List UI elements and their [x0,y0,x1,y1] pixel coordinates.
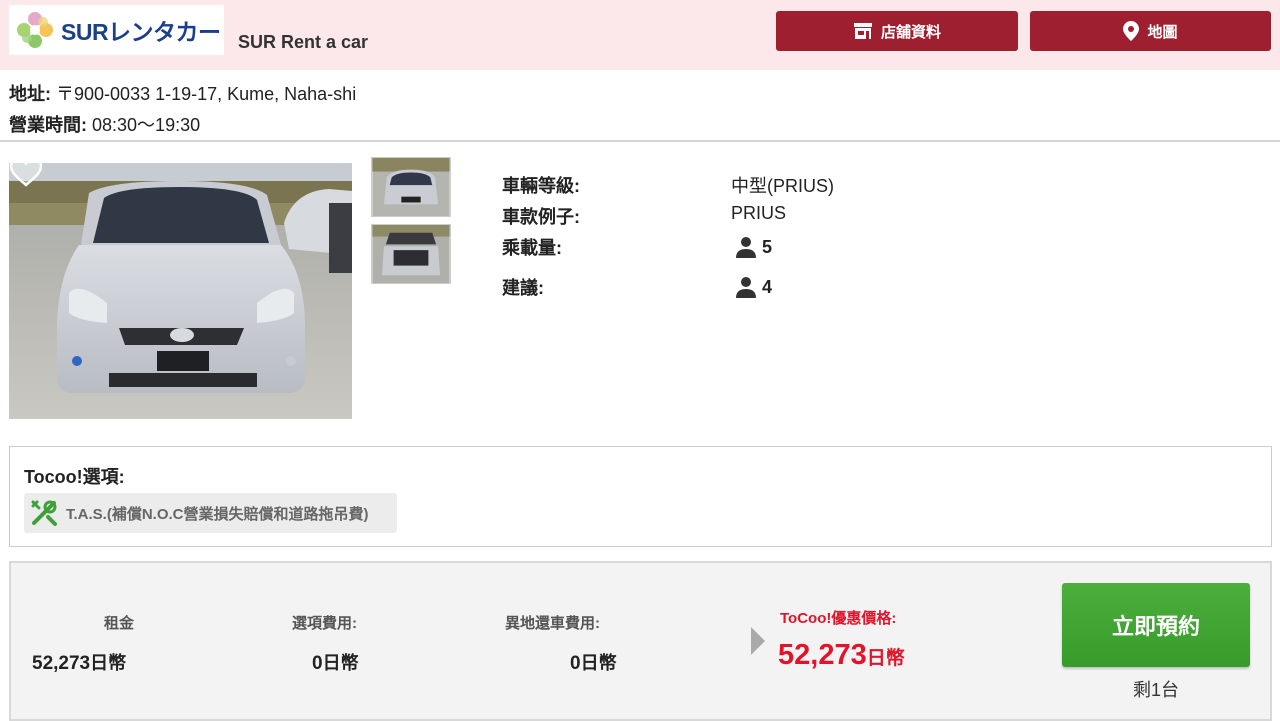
remaining-count: 剩1台 [1132,680,1179,700]
suggested-label: 建議: [502,278,544,298]
option-tag-label: T.A.S.(補償N.O.C營業損失賠償和道路拖吊費) [66,505,369,523]
store-info-label: 店舖資料 [880,23,941,41]
capacity-label: 乘載量: [502,238,562,258]
options-title: Tocoo!選項: [24,467,125,487]
dropoff-fee-amount: 0 [570,653,581,674]
address-line: 地址: 〒900-0033 1-19-17, Kume, Naha-shi [9,80,356,106]
vehicle-class-label: 車輛等級: [502,176,580,196]
tocoo-price-amount: 52,273 [778,639,867,671]
dropoff-fee-unit: 日幣 [580,653,617,673]
flower-logo-icon [17,12,53,48]
suggested-value: 4 [735,276,772,298]
hours-label: 營業時間: [9,115,87,135]
rent-amount: 52,273 [32,653,91,674]
option-fee-amount: 0 [312,653,323,674]
price-panel: 租金 52,273日幣 選項費用: 0日幣 異地還車費用: 0日幣 ToCoo!… [9,561,1272,721]
store-info-button[interactable]: 店舖資料 [776,11,1018,51]
car-thumbnail-front[interactable] [371,157,451,217]
map-label: 地圖 [1147,23,1178,41]
map-button[interactable]: 地圖 [1030,11,1271,51]
capacity-number: 5 [762,236,773,257]
header-bar: SURレンタカー SUR Rent a car 店舖資料 地圖 [0,0,1280,70]
logo[interactable]: SURレンタカー [9,5,224,55]
hours-line: 營業時間: 08:30〜19:30 [9,111,200,137]
dropoff-fee-value: 0日幣 [570,649,617,675]
options-panel: Tocoo!選項: T.A.S.(補償N.O.C營業損失賠償和道路拖吊費) [9,446,1272,547]
address-value: 〒900-0033 1-19-17, Kume, Naha-shi [56,84,357,104]
tocoo-price-value: 52,273日幣 [778,639,905,672]
address-label: 地址: [9,84,51,104]
book-now-button[interactable]: 立即預約 [1062,583,1250,667]
option-fee-value: 0日幣 [312,649,359,675]
option-fee-unit: 日幣 [322,653,359,673]
rent-value: 52,273日幣 [32,649,126,675]
model-example-label: 車款例子: [502,207,580,227]
car-main-photo[interactable] [9,163,352,419]
favorite-heart-icon[interactable] [8,156,44,188]
dropoff-fee-label: 異地還車費用: [505,615,600,632]
store-icon [853,23,872,39]
hours-value: 08:30〜19:30 [92,115,201,135]
map-pin-icon [1123,21,1140,41]
logo-text: SURレンタカー [61,19,221,45]
section-divider [0,140,1280,142]
model-example-value: PRIUS [731,203,787,223]
rent-label: 租金 [104,615,135,632]
rent-unit: 日幣 [90,653,127,673]
shop-name: SUR Rent a car [238,32,369,52]
tocoo-price-unit: 日幣 [866,648,905,669]
person-icon [736,237,756,258]
capacity-value: 5 [735,236,772,258]
vehicle-class-value: 中型(PRIUS) [731,176,834,196]
person-icon [736,277,756,298]
option-tag-tas[interactable]: T.A.S.(補償N.O.C營業損失賠償和道路拖吊費) [24,493,397,533]
suggested-number: 4 [762,276,773,297]
car-thumbnail-trunk[interactable] [371,224,451,284]
tocoo-price-label: ToCoo!優惠價格: [780,610,897,627]
tools-icon [31,500,57,526]
arrow-right-icon [751,627,765,655]
option-fee-label: 選項費用: [292,615,357,632]
